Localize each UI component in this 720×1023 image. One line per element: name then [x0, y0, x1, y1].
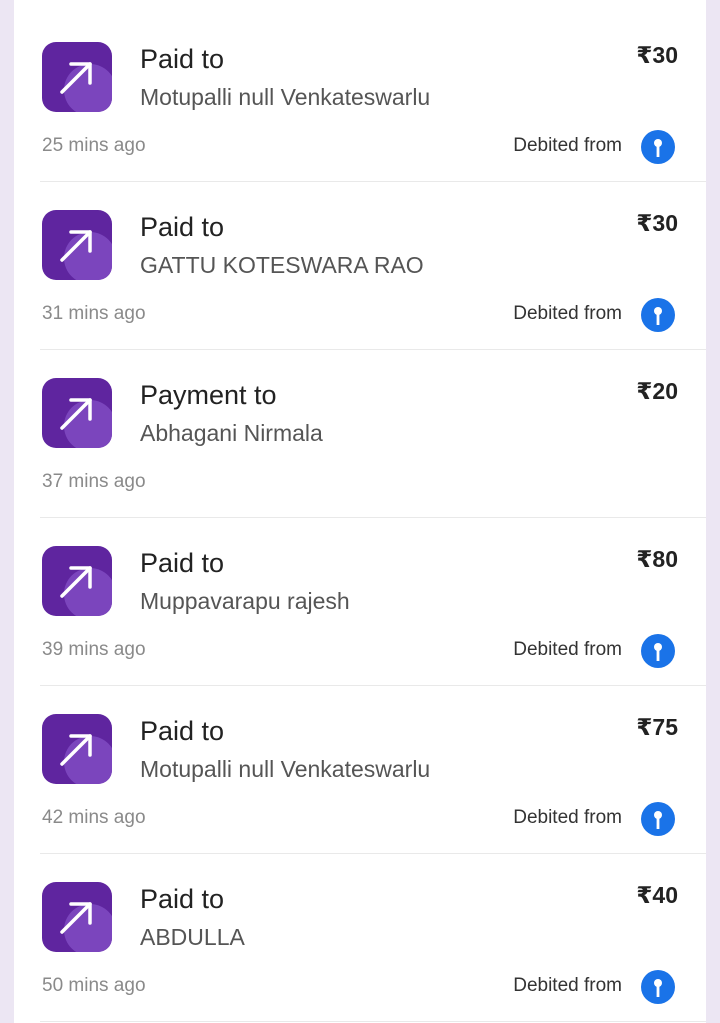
transaction-amount: ₹40 [636, 882, 678, 908]
debited-from-label: Debited from [513, 639, 622, 660]
arrow-up-right-icon [42, 42, 112, 112]
transaction-list: Paid to Motupalli null Venkateswarlu ₹30… [14, 14, 706, 1022]
transaction-type: Paid to [140, 44, 225, 74]
payee-name: Motupalli null Venkateswarlu [140, 84, 431, 110]
transaction-row[interactable]: Paid to Muppavarapu rajesh ₹80 39 mins a… [14, 518, 706, 686]
payee-name: ABDULLA [140, 924, 245, 950]
transaction-time: 31 mins ago [42, 303, 146, 324]
bank-logo-icon [640, 297, 676, 333]
payee-name: Muppavarapu rajesh [140, 588, 350, 614]
transaction-type: Paid to [140, 548, 225, 578]
transaction-type: Paid to [140, 884, 225, 914]
transaction-time: 50 mins ago [42, 975, 146, 996]
transaction-time: 37 mins ago [42, 471, 146, 492]
bank-logo-icon [640, 969, 676, 1005]
debited-from-label: Debited from [513, 975, 622, 996]
transaction-row[interactable]: Paid to Motupalli null Venkateswarlu ₹75… [14, 686, 706, 854]
bank-logo-icon [640, 801, 676, 837]
transaction-amount: ₹30 [636, 210, 678, 236]
transaction-amount: ₹75 [636, 714, 678, 740]
transaction-amount: ₹30 [636, 42, 678, 68]
row-divider [40, 1021, 706, 1022]
transaction-history-card: Paid to Motupalli null Venkateswarlu ₹30… [14, 0, 706, 1023]
bank-logo-icon [640, 129, 676, 165]
arrow-up-right-icon [42, 714, 112, 784]
transaction-row[interactable]: Paid to Motupalli null Venkateswarlu ₹30… [14, 14, 706, 182]
transaction-time: 25 mins ago [42, 135, 146, 156]
arrow-up-right-icon [42, 882, 112, 952]
payee-name: GATTU KOTESWARA RAO [140, 252, 424, 278]
arrow-up-right-icon [42, 546, 112, 616]
transaction-type: Paid to [140, 716, 225, 746]
debited-from-label: Debited from [513, 303, 622, 324]
arrow-up-right-icon [42, 210, 112, 280]
bank-logo-icon [640, 633, 676, 669]
arrow-up-right-icon [42, 378, 112, 448]
transaction-row[interactable]: Paid to ABDULLA ₹40 50 mins ago Debited … [14, 854, 706, 1022]
debited-from-label: Debited from [513, 807, 622, 828]
debited-from-label: Debited from [513, 135, 622, 156]
transaction-type: Payment to [140, 380, 277, 410]
payee-name: Motupalli null Venkateswarlu [140, 756, 431, 782]
transaction-type: Paid to [140, 212, 225, 242]
transaction-time: 42 mins ago [42, 807, 146, 828]
transaction-row[interactable]: Payment to Abhagani Nirmala ₹20 37 mins … [14, 350, 706, 518]
payee-name: Abhagani Nirmala [140, 420, 323, 446]
transaction-amount: ₹80 [636, 546, 678, 572]
transaction-row[interactable]: Paid to GATTU KOTESWARA RAO ₹30 31 mins … [14, 182, 706, 350]
transaction-time: 39 mins ago [42, 639, 146, 660]
transaction-amount: ₹20 [636, 378, 678, 404]
